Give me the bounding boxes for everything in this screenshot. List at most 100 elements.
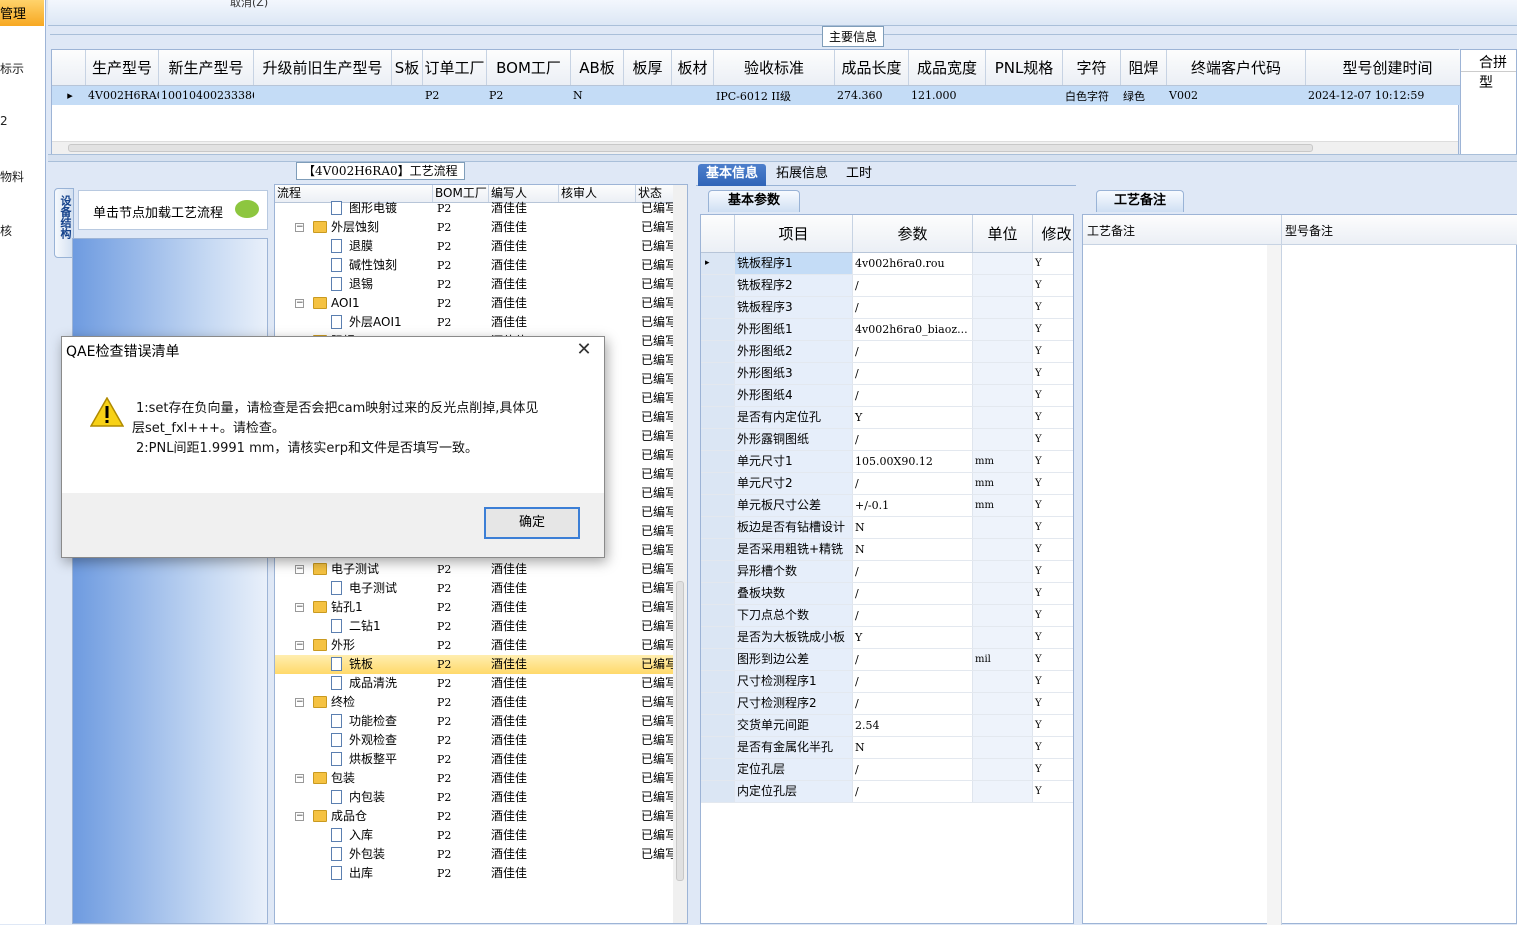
- table-cell[interactable]: 4V002H6RA0: [86, 86, 159, 105]
- param-unit[interactable]: [973, 715, 1033, 736]
- column-header[interactable]: BOM工厂: [487, 50, 571, 85]
- param-value[interactable]: /: [853, 297, 973, 318]
- table-cell[interactable]: [392, 86, 423, 105]
- param-value[interactable]: /: [853, 473, 973, 494]
- column-header[interactable]: 阻焊: [1121, 50, 1167, 85]
- param-unit[interactable]: [973, 737, 1033, 758]
- collapse-icon[interactable]: −: [295, 774, 304, 783]
- param-unit[interactable]: mm: [973, 473, 1033, 494]
- param-editable[interactable]: Y: [1033, 385, 1073, 406]
- table-row[interactable]: 是否为大板铣成小板 Y Y: [701, 627, 1073, 649]
- collapse-icon[interactable]: −: [295, 641, 304, 650]
- param-editable[interactable]: Y: [1033, 319, 1073, 340]
- column-header[interactable]: 修改: [1033, 215, 1073, 252]
- table-cell[interactable]: P2: [423, 86, 487, 105]
- tree-row[interactable]: 外层AOI1 P2 酒佳佳 已编写: [275, 313, 675, 332]
- param-unit[interactable]: mil: [973, 649, 1033, 670]
- param-editable[interactable]: Y: [1033, 275, 1073, 296]
- tab-process-notes[interactable]: 工艺备注: [1096, 190, 1184, 212]
- table-cell[interactable]: 274.360: [835, 86, 909, 105]
- param-editable[interactable]: Y: [1033, 341, 1073, 362]
- tree-row[interactable]: 退锡 P2 酒佳佳 已编写: [275, 275, 675, 294]
- table-cell[interactable]: 2024-12-07 10:12:59: [1306, 86, 1470, 105]
- table-row[interactable]: 外形图纸2/ Y: [701, 341, 1073, 363]
- tab-basic-params[interactable]: 基本参数: [708, 190, 800, 212]
- table-row[interactable]: 是否有金属化半孔 N Y: [701, 737, 1073, 759]
- table-row[interactable]: 外形图纸4/ Y: [701, 385, 1073, 407]
- load-process-hint[interactable]: 单击节点加载工艺流程: [78, 190, 268, 230]
- column-header[interactable]: 板厚: [624, 50, 672, 85]
- table-row[interactable]: 单元板尺寸公差 +/-0.1 mm Y: [701, 495, 1073, 517]
- table-row[interactable]: 铣板程序3/ Y: [701, 297, 1073, 319]
- column-header[interactable]: 单位: [973, 215, 1033, 252]
- table-row[interactable]: 外形图纸1 4v002h6ra0_biaoz... Y: [701, 319, 1073, 341]
- table-row[interactable]: ▸ 铣板程序1 4v002h6ra0.rou Y: [701, 253, 1073, 275]
- table-row[interactable]: 尺寸检测程序2/ Y: [701, 693, 1073, 715]
- column-header[interactable]: 成品宽度: [909, 50, 986, 85]
- column-header[interactable]: 终端客户代码: [1167, 50, 1306, 85]
- column-header[interactable]: 项目: [735, 215, 853, 252]
- param-editable[interactable]: Y: [1033, 583, 1073, 604]
- param-value[interactable]: /: [853, 671, 973, 692]
- horizontal-splitter[interactable]: [48, 154, 1517, 162]
- table-row[interactable]: 是否有内定位孔 Y Y: [701, 407, 1073, 429]
- param-value[interactable]: /: [853, 385, 973, 406]
- table-cell[interactable]: [254, 86, 392, 105]
- nav-item[interactable]: 标示: [0, 60, 24, 77]
- table-row[interactable]: 叠板块数 / Y: [701, 583, 1073, 605]
- column-header[interactable]: S板: [392, 50, 423, 85]
- table-row[interactable]: 铣板程序2/ Y: [701, 275, 1073, 297]
- param-unit[interactable]: [973, 561, 1033, 582]
- tree-row[interactable]: 成品清洗 P2 酒佳佳 已编写: [275, 674, 675, 693]
- param-editable[interactable]: Y: [1033, 781, 1073, 802]
- column-header[interactable]: 订单工厂: [423, 50, 487, 85]
- param-unit[interactable]: [973, 517, 1033, 538]
- table-row[interactable]: 内定位孔层 / Y: [701, 781, 1073, 803]
- param-value[interactable]: /: [853, 583, 973, 604]
- param-unit[interactable]: [973, 539, 1033, 560]
- param-editable[interactable]: Y: [1033, 627, 1073, 648]
- param-editable[interactable]: Y: [1033, 517, 1073, 538]
- table-row[interactable]: 定位孔层 / Y: [701, 759, 1073, 781]
- scroll-thumb[interactable]: [676, 581, 684, 881]
- collapse-icon[interactable]: −: [295, 299, 304, 308]
- param-value[interactable]: N: [853, 539, 973, 560]
- column-header[interactable]: 验收标准: [714, 50, 835, 85]
- param-editable[interactable]: Y: [1033, 429, 1073, 450]
- param-unit[interactable]: [973, 385, 1033, 406]
- tree-row[interactable]: − 成品仓 P2 酒佳佳 已编写: [275, 807, 675, 826]
- nav-item[interactable]: 核: [0, 222, 12, 239]
- param-value[interactable]: /: [853, 693, 973, 714]
- side-tab-equipment[interactable]: 设备结构: [54, 188, 74, 258]
- param-editable[interactable]: Y: [1033, 253, 1073, 274]
- tree-row[interactable]: 功能检查 P2 酒佳佳 已编写: [275, 712, 675, 731]
- tree-row[interactable]: − 终检 P2 酒佳佳 已编写: [275, 693, 675, 712]
- param-value[interactable]: /: [853, 605, 973, 626]
- tree-row[interactable]: 出库 P2 酒佳佳: [275, 864, 675, 883]
- table-cell[interactable]: 10010400233386: [159, 86, 254, 105]
- param-value[interactable]: /: [853, 781, 973, 802]
- collapse-icon[interactable]: −: [295, 812, 304, 821]
- collapse-icon[interactable]: −: [295, 698, 304, 707]
- param-value[interactable]: /: [853, 429, 973, 450]
- param-editable[interactable]: Y: [1033, 561, 1073, 582]
- tree-row[interactable]: − 外形 P2 酒佳佳 已编写: [275, 636, 675, 655]
- tree-row[interactable]: 烘板整平 P2 酒佳佳 已编写: [275, 750, 675, 769]
- param-editable[interactable]: Y: [1033, 451, 1073, 472]
- column-header[interactable]: 升级前旧生产型号: [254, 50, 392, 85]
- tree-row[interactable]: 电子测试 P2 酒佳佳 已编写: [275, 579, 675, 598]
- param-value[interactable]: /: [853, 561, 973, 582]
- vertical-scrollbar[interactable]: [673, 185, 687, 923]
- collapse-icon[interactable]: −: [295, 223, 304, 232]
- cancel-button[interactable]: 取消(Z): [230, 0, 268, 10]
- tab-work-hours[interactable]: 工时: [838, 164, 880, 186]
- param-value[interactable]: /: [853, 363, 973, 384]
- column-header[interactable]: 新生产型号: [159, 50, 254, 85]
- ok-button[interactable]: 确定: [484, 507, 580, 539]
- tab-extended-info[interactable]: 拓展信息: [768, 164, 836, 186]
- table-row[interactable]: 尺寸检测程序1/ Y: [701, 671, 1073, 693]
- tree-row[interactable]: 铣板 P2 酒佳佳 已编写: [275, 655, 675, 674]
- table-row[interactable]: ▸ 4V002H6RA0 10010400233386 P2 P2 N IPC-6012 I…: [52, 86, 1470, 105]
- scroll-thumb[interactable]: [68, 144, 1313, 152]
- param-editable[interactable]: Y: [1033, 495, 1073, 516]
